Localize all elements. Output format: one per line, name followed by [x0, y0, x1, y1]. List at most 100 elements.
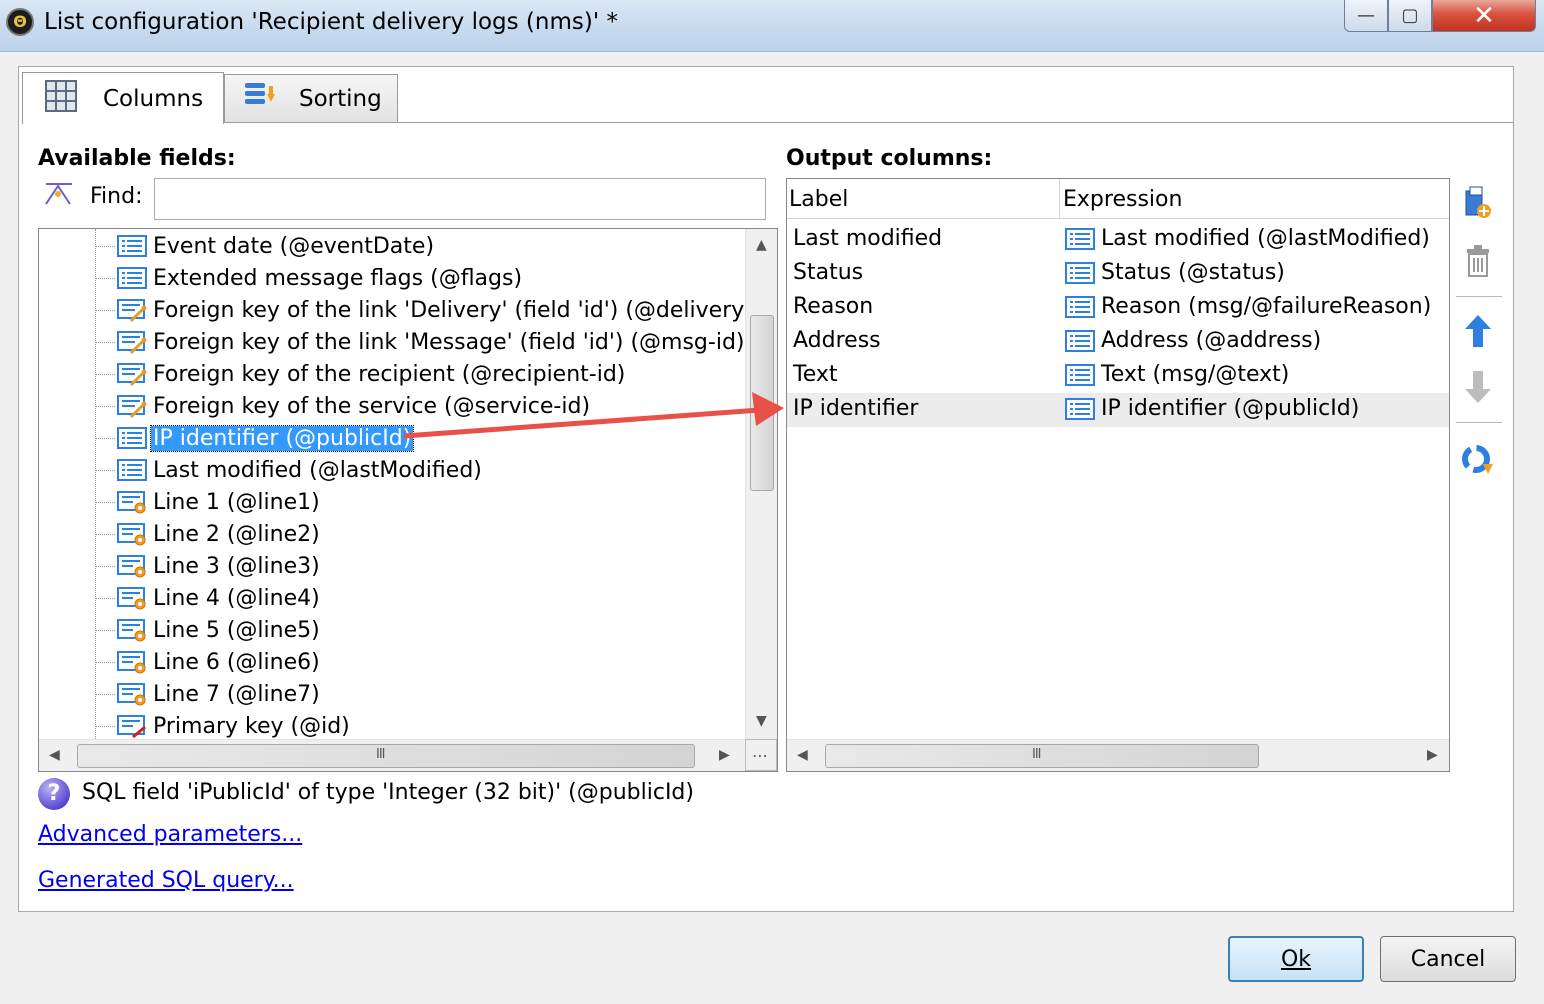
table-header: Label Expression	[787, 179, 1449, 219]
output-columns-heading: Output columns:	[786, 146, 993, 171]
column-divider[interactable]	[1059, 179, 1060, 219]
tree-branch-line	[95, 598, 115, 599]
window-title: List configuration 'Recipient delivery l…	[44, 9, 618, 35]
scroll-up-icon[interactable]: ▲	[756, 237, 767, 253]
foreign-key-icon	[117, 299, 147, 323]
table-row[interactable]: Address Address (@address)	[787, 325, 1449, 359]
tree-branch-line	[95, 342, 115, 343]
tree-item[interactable]: Event date (@eventDate)	[117, 231, 436, 261]
table-row[interactable]: Last modified Last modified (@lastModifie…	[787, 223, 1449, 257]
foreign-key-icon	[117, 363, 147, 387]
more-icon: ⋯	[752, 746, 768, 765]
tree-item[interactable]: IP identifier (@publicId)	[117, 423, 415, 453]
tree-horizontal-scrollbar[interactable]: ◀ III ▶	[39, 739, 745, 771]
scroll-thumb[interactable]	[750, 315, 774, 491]
tree-item[interactable]: Primary key (@id)	[117, 711, 352, 741]
table-row[interactable]: Text Text (msg/@text)	[787, 359, 1449, 393]
row-expression-text: Text (msg/@text)	[1101, 362, 1290, 387]
tree-item[interactable]: Extended message flags (@flags)	[117, 263, 524, 293]
row-label: Last modified	[793, 226, 943, 251]
tree-item-label: IP identifier (@publicId)	[149, 424, 415, 452]
row-expression: Reason (msg/@failureReason)	[1065, 294, 1431, 319]
tab-columns-label: Columns	[103, 85, 204, 112]
tree-branch-line	[95, 502, 115, 503]
close-button[interactable]: ✕	[1432, 0, 1536, 32]
help-icon: ?	[38, 778, 70, 810]
tree-item-label: Primary key (@id)	[153, 713, 350, 739]
distribution-button[interactable]	[1458, 442, 1498, 482]
scroll-right-icon[interactable]: ▶	[1427, 747, 1438, 763]
field-icon	[1065, 397, 1095, 420]
field-icon	[117, 235, 147, 257]
table-row[interactable]: IP identifier IP identifier (@publicId)	[787, 393, 1449, 427]
tree-item-label: Last modified (@lastModified)	[153, 457, 482, 483]
computed-field-icon	[117, 587, 147, 610]
more-button[interactable]: ⋯	[745, 739, 777, 771]
advanced-parameters-link[interactable]: Advanced parameters...	[38, 822, 302, 847]
computed-field-icon	[117, 523, 147, 546]
filter-icon	[44, 180, 74, 212]
row-label: Reason	[793, 294, 874, 319]
row-expression: Text (msg/@text)	[1065, 362, 1289, 387]
find-input[interactable]	[154, 178, 766, 220]
tab-sorting[interactable]: Sorting	[224, 74, 398, 122]
move-up-button[interactable]	[1458, 314, 1498, 354]
row-expression-text: Last modified (@lastModified)	[1101, 226, 1430, 251]
add-column-button[interactable]	[1458, 186, 1498, 226]
tree-item-label: Foreign key of the link 'Delivery' (fiel…	[153, 297, 772, 323]
output-horizontal-scrollbar[interactable]: ◀ III ▶	[787, 739, 1449, 771]
column-header-expression[interactable]: Expression	[1063, 187, 1182, 212]
tree-item[interactable]: Foreign key of the recipient (@recipient…	[117, 359, 627, 389]
tree-item-label: Line 7 (@line7)	[153, 681, 320, 707]
field-icon	[117, 459, 147, 481]
tree-item-label: Line 2 (@line2)	[153, 521, 320, 547]
table-row[interactable]: Reason Reason (msg/@failureReason)	[787, 291, 1449, 325]
tree-item[interactable]: Line 2 (@line2)	[117, 519, 322, 549]
scroll-thumb[interactable]: III	[825, 744, 1259, 768]
cancel-label: Cancel	[1410, 946, 1486, 972]
scroll-down-icon[interactable]: ▼	[756, 713, 767, 729]
tree-branch-line	[95, 374, 115, 375]
field-icon	[1065, 363, 1095, 386]
scroll-thumb[interactable]: III	[77, 744, 695, 768]
column-header-label[interactable]: Label	[789, 187, 848, 212]
tree-item[interactable]: Foreign key of the service (@service-id)	[117, 391, 592, 421]
table-row[interactable]: Status Status (@status)	[787, 257, 1449, 291]
tree-item[interactable]: Line 6 (@line6)	[117, 647, 322, 677]
row-expression-text: Reason (msg/@failureReason)	[1101, 294, 1432, 319]
tree-item[interactable]: Foreign key of the link 'Message' (field…	[117, 327, 747, 357]
grip-icon: III	[376, 747, 385, 762]
field-icon	[117, 267, 147, 289]
maximize-button[interactable]: ▢	[1388, 0, 1432, 32]
tree-vertical-scrollbar[interactable]: ▲ ▼	[745, 229, 777, 739]
tree-item[interactable]: Line 4 (@line4)	[117, 583, 322, 613]
tab-columns[interactable]: Columns	[22, 72, 224, 124]
minimize-button[interactable]: —	[1344, 0, 1388, 32]
tree-item-label: Extended message flags (@flags)	[153, 265, 523, 291]
available-fields-tree[interactable]: Event date (@eventDate) Extended message …	[38, 228, 778, 772]
find-label: Find:	[90, 184, 143, 209]
row-expression-text: Address (@address)	[1101, 328, 1322, 353]
tree-item[interactable]: Foreign key of the link 'Delivery' (fiel…	[117, 295, 774, 325]
computed-field-icon	[117, 651, 147, 674]
scroll-left-icon[interactable]: ◀	[49, 747, 60, 763]
tree-item[interactable]: Line 1 (@line1)	[117, 487, 322, 517]
scroll-left-icon[interactable]: ◀	[797, 747, 808, 763]
grid-icon	[45, 79, 77, 118]
generated-sql-link[interactable]: Generated SQL query...	[38, 868, 294, 893]
output-columns-table[interactable]: Label Expression Last modified Last modif…	[786, 178, 1450, 772]
tree-item[interactable]: Line 3 (@line3)	[117, 551, 322, 581]
tree-item-label: Line 1 (@line1)	[153, 489, 320, 515]
tree-branch-line	[95, 406, 115, 407]
cancel-button[interactable]: Cancel	[1380, 936, 1516, 982]
tree-branch-line	[95, 662, 115, 663]
ok-button[interactable]: Ok	[1228, 936, 1364, 982]
tree-item[interactable]: Last modified (@lastModified)	[117, 455, 484, 485]
tree-item[interactable]: Line 7 (@line7)	[117, 679, 322, 709]
delete-button[interactable]	[1458, 244, 1498, 284]
tree-item[interactable]: Line 5 (@line5)	[117, 615, 322, 645]
scroll-right-icon[interactable]: ▶	[719, 747, 730, 763]
move-down-button[interactable]	[1458, 370, 1498, 410]
minimize-icon: —	[1357, 5, 1375, 26]
tree-item-label: Line 4 (@line4)	[153, 585, 320, 611]
